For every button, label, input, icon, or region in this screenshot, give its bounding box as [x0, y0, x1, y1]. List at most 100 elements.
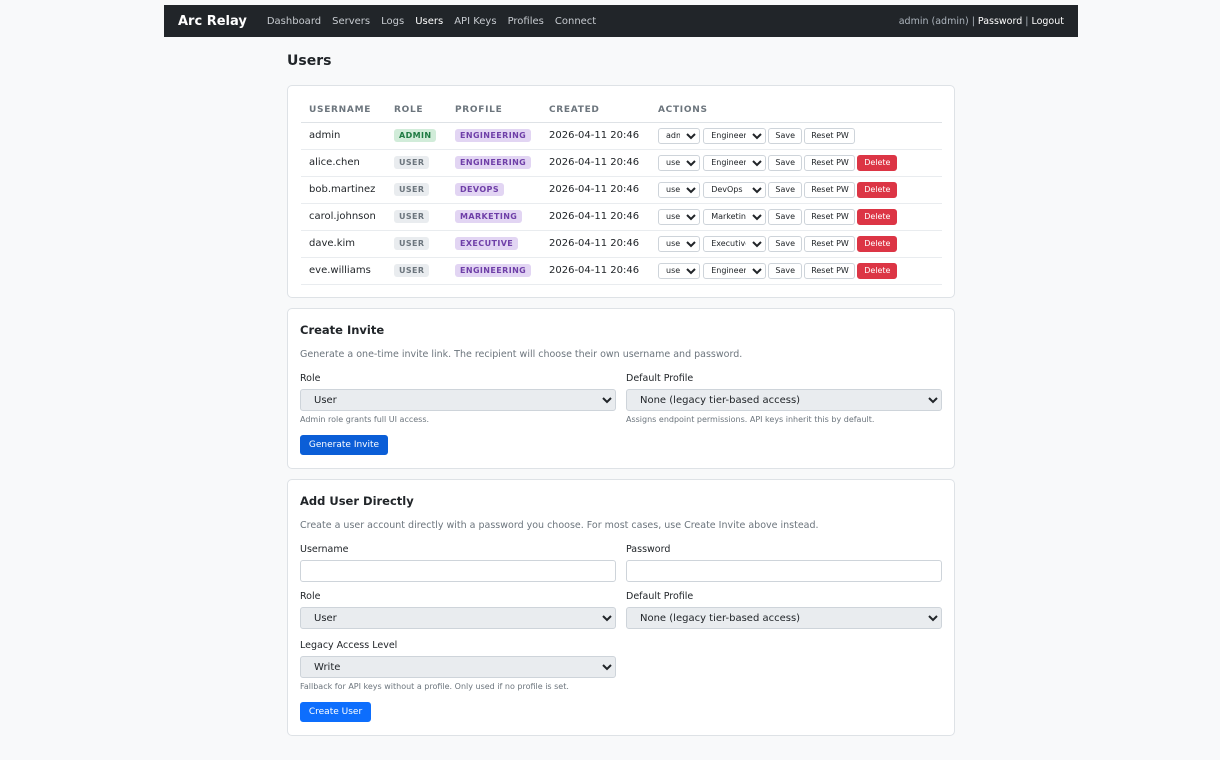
col-created-header: CREATED [541, 99, 650, 123]
created-cell: 2026-04-11 20:46 [541, 230, 650, 258]
role-badge: USER [394, 237, 430, 250]
reset-password-button[interactable]: Reset PW [804, 127, 856, 144]
row-profile-select[interactable]: Engineering [703, 262, 767, 279]
nav-logs[interactable]: Logs [381, 16, 404, 27]
created-cell: 2026-04-11 20:46 [541, 176, 650, 204]
table-row: alice.chen USER ENGINEERING 2026-04-11 20:4… [301, 149, 942, 177]
row-role-select[interactable]: user [658, 181, 700, 198]
save-button[interactable]: Save [768, 262, 803, 279]
actions-cell: user Executive Save Reset PW Delete [650, 230, 942, 258]
delete-user-button[interactable]: Delete [857, 154, 898, 171]
row-profile-select[interactable]: Executive [703, 235, 767, 252]
save-button[interactable]: Save [768, 235, 803, 252]
username-cell: dave.kim [301, 230, 386, 258]
legacy-access-select[interactable]: Write [300, 656, 616, 678]
save-button[interactable]: Save [768, 127, 803, 144]
add-role-select[interactable]: User [300, 607, 616, 629]
profile-badge: ENGINEERING [455, 156, 532, 169]
profile-cell: ENGINEERING [447, 257, 541, 285]
nav-servers[interactable]: Servers [332, 16, 370, 27]
reset-password-button[interactable]: Reset PW [804, 208, 856, 225]
page-title: Users [287, 53, 332, 69]
add-user-card: Add User Directly Create a user account … [287, 479, 955, 736]
profile-cell: EXECUTIVE [447, 230, 541, 258]
profile-badge: ENGINEERING [455, 129, 532, 142]
user-menu: admin (admin) | Password | Logout [899, 16, 1064, 27]
row-profile-select[interactable]: Marketing [703, 208, 767, 225]
profile-cell: DEVOPS [447, 176, 541, 204]
profile-cell: MARKETING [447, 203, 541, 231]
reset-password-button[interactable]: Reset PW [804, 235, 856, 252]
created-cell: 2026-04-11 20:46 [541, 122, 650, 150]
actions-cell: user Engineering Save Reset PW Delete [650, 149, 942, 177]
col-role-header: ROLE [386, 99, 447, 123]
username-label: Username [300, 544, 349, 555]
add-profile-select[interactable]: None (legacy tier-based access) [626, 607, 942, 629]
row-profile-select[interactable]: Engineering [703, 154, 767, 171]
role-cell: USER [386, 203, 447, 231]
add-profile-label: Default Profile [626, 591, 694, 602]
row-role-select[interactable]: user [658, 262, 700, 279]
row-role-select[interactable]: user [658, 154, 700, 171]
legacy-access-label: Legacy Access Level [300, 640, 398, 651]
invite-profile-help: Assigns endpoint permissions. API keys i… [626, 415, 875, 424]
actions-cell: user DevOps Save Reset PW Delete [650, 176, 942, 204]
row-role-select[interactable]: user [658, 235, 700, 252]
legacy-access-help: Fallback for API keys without a profile.… [300, 682, 569, 691]
save-button[interactable]: Save [768, 181, 803, 198]
username-input[interactable] [300, 560, 616, 582]
row-role-select[interactable]: admin [658, 127, 700, 144]
table-row: carol.johnson USER MARKETING 2026-04-11 20:… [301, 203, 942, 231]
invite-role-label: Role [300, 373, 321, 384]
password-link[interactable]: Password [978, 16, 1022, 27]
reset-password-button[interactable]: Reset PW [804, 154, 856, 171]
row-role-select[interactable]: user [658, 208, 700, 225]
invite-role-help: Admin role grants full UI access. [300, 415, 430, 424]
nav-dashboard[interactable]: Dashboard [267, 16, 321, 27]
nav-connect[interactable]: Connect [555, 16, 596, 27]
role-cell: USER [386, 149, 447, 177]
brand-logo[interactable]: Arc Relay [178, 14, 247, 29]
row-profile-select[interactable]: DevOps [703, 181, 767, 198]
table-header-row: USERNAME ROLE PROFILE CREATED ACTIONS [301, 99, 942, 123]
nav-profiles[interactable]: Profiles [508, 16, 544, 27]
password-label: Password [626, 544, 671, 555]
role-badge: USER [394, 264, 430, 277]
role-cell: USER [386, 176, 447, 204]
current-user-label: admin (admin) [898, 15, 969, 27]
add-role-label: Role [300, 591, 321, 602]
profile-badge: EXECUTIVE [455, 237, 519, 250]
create-user-button[interactable]: Create User [300, 702, 371, 722]
password-input[interactable] [626, 560, 942, 582]
generate-invite-button[interactable]: Generate Invite [300, 435, 388, 455]
nav-separator: | [971, 15, 975, 27]
delete-user-button[interactable]: Delete [857, 235, 898, 252]
created-cell: 2026-04-11 20:46 [541, 149, 650, 177]
delete-user-button[interactable]: Delete [857, 181, 898, 198]
nav-api-keys[interactable]: API Keys [454, 16, 496, 27]
table-row: dave.kim USER EXECUTIVE 2026-04-11 20:46 use… [301, 230, 942, 258]
created-cell: 2026-04-11 20:46 [541, 257, 650, 285]
delete-user-button[interactable]: Delete [857, 208, 898, 225]
logout-link[interactable]: Logout [1031, 16, 1064, 27]
col-actions-header: ACTIONS [650, 99, 942, 123]
delete-user-button[interactable]: Delete [857, 262, 898, 279]
save-button[interactable]: Save [768, 208, 803, 225]
profile-badge: MARKETING [455, 210, 523, 223]
row-profile-select[interactable]: Engineering [703, 127, 767, 144]
col-profile-header: PROFILE [447, 99, 541, 123]
username-cell: alice.chen [301, 149, 386, 177]
invite-profile-select[interactable]: None (legacy tier-based access) [626, 389, 942, 411]
profile-cell: ENGINEERING [447, 149, 541, 177]
invite-profile-label: Default Profile [626, 373, 694, 384]
reset-password-button[interactable]: Reset PW [804, 181, 856, 198]
reset-password-button[interactable]: Reset PW [804, 262, 856, 279]
invite-role-select[interactable]: User [300, 389, 616, 411]
save-button[interactable]: Save [768, 154, 803, 171]
add-user-title: Add User Directly [300, 494, 414, 508]
role-cell: USER [386, 230, 447, 258]
nav-users[interactable]: Users [415, 16, 443, 27]
actions-cell: admin Engineering Save Reset PW [650, 122, 942, 150]
username-cell: bob.martinez [301, 176, 386, 204]
nav-separator: | [1025, 15, 1029, 27]
